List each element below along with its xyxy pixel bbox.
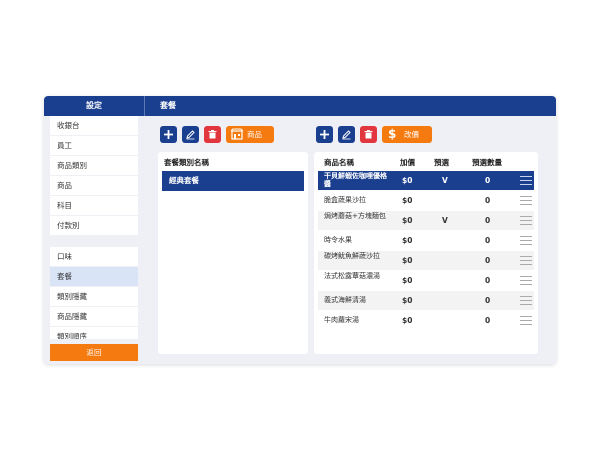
- plus-icon: [320, 130, 329, 139]
- product-name: 焗烤蘑菇+方塊麵包: [324, 212, 386, 220]
- product-qty: 0: [485, 256, 491, 265]
- goods-button[interactable]: 商品: [226, 126, 274, 143]
- table-row[interactable]: 牛肉蘿宋湯 $0 0: [318, 311, 534, 330]
- goods-button-label: 商品: [247, 130, 262, 139]
- drag-handle-icon[interactable]: [520, 216, 532, 225]
- sidebar-item-payment-types[interactable]: 付款別: [50, 216, 138, 235]
- drag-handle-icon[interactable]: [520, 196, 532, 205]
- sidebar-item-accounts[interactable]: 科目: [50, 196, 138, 215]
- trash-icon: [364, 130, 373, 139]
- product-qty: 0: [485, 236, 491, 245]
- product-name: 干貝鮮蝦佐咖哩優格醬: [324, 172, 387, 188]
- header-add-price: 加價: [400, 158, 415, 167]
- product-qty: 0: [485, 316, 491, 325]
- product-price: $0: [402, 276, 413, 285]
- product-name: 法式松露蕈菇濃湯: [324, 272, 380, 280]
- change-price-label: 改價: [404, 130, 419, 139]
- drag-handle-icon[interactable]: [520, 176, 532, 185]
- table-row[interactable]: 時令水果 $0 0: [318, 231, 534, 250]
- product-name: 脆盒蔬果沙拉: [324, 196, 366, 204]
- product-preselect: V: [442, 216, 448, 225]
- back-button[interactable]: 返回: [50, 344, 138, 361]
- drag-handle-icon[interactable]: [520, 256, 532, 265]
- sidebar-item-category-order[interactable]: 類別順序: [50, 327, 138, 339]
- product-qty: 0: [485, 296, 491, 305]
- table-row[interactable]: 碳烤魷魚鮮蔬沙拉 $0 0: [318, 251, 534, 270]
- sidebar-item-products[interactable]: 商品: [50, 176, 138, 195]
- product-qty: 0: [485, 196, 491, 205]
- product-price: $0: [402, 256, 413, 265]
- product-price: $0: [402, 236, 413, 245]
- product-preselect: V: [442, 176, 448, 185]
- add-product-button[interactable]: [316, 126, 333, 143]
- table-row[interactable]: 干貝鮮蝦佐咖哩優格醬 $0 V 0: [318, 171, 534, 190]
- sidebar-item-set-meals[interactable]: 套餐: [50, 267, 138, 286]
- header-product-name: 商品名稱: [324, 158, 354, 167]
- table-row[interactable]: 脆盒蔬果沙拉 $0 0: [318, 191, 534, 210]
- sidebar-title: 設定: [86, 101, 102, 110]
- product-price: $0: [402, 196, 413, 205]
- edit-product-button[interactable]: [338, 126, 355, 143]
- product-name: 時令水果: [324, 236, 352, 244]
- pencil-icon: [186, 130, 195, 140]
- sidebar-item-hide-categories[interactable]: 類別隱藏: [50, 287, 138, 306]
- product-price: $0: [402, 296, 413, 305]
- sidebar-item-flavors[interactable]: 口味: [50, 247, 138, 266]
- title-bar: 設定 套餐: [44, 96, 556, 116]
- product-price: $0: [402, 216, 413, 225]
- table-row[interactable]: 焗烤蘑菇+方塊麵包 $0 V 0: [318, 211, 534, 230]
- sidebar-item-hide-products[interactable]: 商品隱藏: [50, 307, 138, 326]
- delete-product-button[interactable]: [360, 126, 377, 143]
- header-preselect: 預選: [434, 158, 449, 167]
- sidebar-item-product-category[interactable]: 商品類別: [50, 156, 138, 175]
- product-name: 牛肉蘿宋湯: [324, 316, 359, 324]
- table-row[interactable]: 義式海鮮清湯 $0 0: [318, 291, 534, 310]
- sidebar-item-cashier[interactable]: 收銀台: [50, 116, 138, 135]
- pencil-icon: [342, 130, 351, 140]
- product-qty: 0: [485, 176, 491, 185]
- drag-handle-icon[interactable]: [520, 276, 532, 285]
- drag-handle-icon[interactable]: [520, 236, 532, 245]
- product-price: $0: [402, 316, 413, 325]
- store-icon: [230, 128, 244, 140]
- plus-icon: [164, 130, 173, 139]
- drag-handle-icon[interactable]: [520, 296, 532, 305]
- trash-icon: [208, 130, 217, 139]
- page-title: 套餐: [160, 101, 176, 110]
- settings-window: 設定 套餐 收銀台 員工 商品類別 商品 科目 付款別 口味 套餐 類別隱藏 商…: [44, 96, 556, 364]
- product-price: $0: [402, 176, 413, 185]
- header-preselect-qty: 預選數量: [472, 158, 502, 167]
- sidebar-item-staff[interactable]: 員工: [50, 136, 138, 155]
- product-name: 義式海鮮清湯: [324, 296, 366, 304]
- drag-handle-icon[interactable]: [520, 316, 532, 325]
- title-separator: [144, 96, 145, 116]
- change-price-button[interactable]: $ 改價: [382, 126, 432, 143]
- dollar-icon: $: [388, 127, 397, 141]
- product-qty: 0: [485, 276, 491, 285]
- category-item-classic-set[interactable]: 經典套餐: [162, 171, 304, 191]
- category-panel: 套餐類別名稱 經典套餐: [158, 152, 308, 354]
- product-qty: 0: [485, 216, 491, 225]
- delete-category-button[interactable]: [204, 126, 221, 143]
- product-panel: 商品名稱 加價 預選 預選數量 干貝鮮蝦佐咖哩優格醬 $0 V 0 脆盒蔬果沙拉…: [314, 152, 538, 354]
- category-column-header: 套餐類別名稱: [164, 158, 209, 167]
- table-row[interactable]: 法式松露蕈菇濃湯 $0 0: [318, 271, 534, 290]
- edit-category-button[interactable]: [182, 126, 199, 143]
- add-category-button[interactable]: [160, 126, 177, 143]
- product-name: 碳烤魷魚鮮蔬沙拉: [324, 252, 380, 260]
